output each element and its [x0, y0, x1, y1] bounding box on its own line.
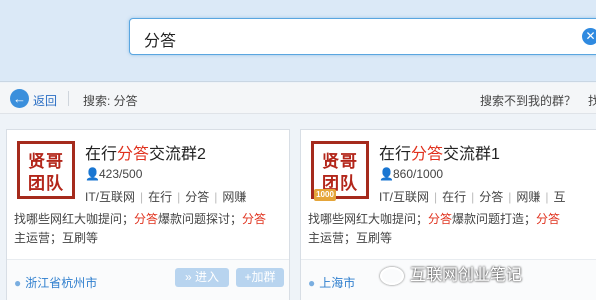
search-header: 分答 ✕ [0, 0, 596, 82]
desc-segment: 主运营；互刷等 [308, 231, 393, 245]
group-name-keyword: 分答 [117, 146, 150, 163]
member-count-value: 423/500 [99, 167, 143, 181]
join-group-button[interactable]: +加群 [236, 268, 284, 287]
tag-separator: | [434, 190, 438, 204]
member-count-value: 860/1000 [393, 167, 444, 181]
person-icon: 👤 [85, 167, 100, 181]
group-name-pre: 在行 [85, 146, 118, 163]
back-label[interactable]: 返回 [33, 92, 57, 109]
group-tag: 分答 [479, 190, 504, 204]
desc-segment: 爆款问题打造； [452, 212, 537, 226]
location-pin-icon: ● [14, 276, 22, 290]
nav-cut-text[interactable]: 找 [588, 92, 596, 109]
group-tag: IT/互联网 [85, 190, 135, 204]
clear-search-icon[interactable]: ✕ [582, 28, 596, 45]
group-avatar[interactable]: 贤哥 团队 1000 [311, 141, 369, 201]
search-input-value[interactable]: 分答 [144, 27, 176, 51]
group-tags: IT/互联网 | 在行 | 分答 | 网赚 [85, 188, 246, 205]
group-tag: 在行 [148, 190, 173, 204]
group-tag: 互 [553, 190, 566, 204]
group-name-pre: 在行 [379, 146, 412, 163]
group-location[interactable]: ● 浙江省杭州市 [14, 274, 97, 291]
group-name[interactable]: 在行分答交流群1 [379, 140, 500, 164]
nav-bar: ← 返回 搜索: 分答 搜索不到我的群？ 找 [0, 83, 596, 114]
watermark: 互联网创业笔记 [380, 261, 522, 285]
desc-segment: 找哪些网红大咖提问； [14, 212, 135, 226]
group-name[interactable]: 在行分答交流群2 [85, 140, 206, 164]
group-tag: 分答 [185, 190, 210, 204]
desc-segment: 主运营；互刷等 [14, 231, 99, 245]
group-name-post: 交流群2 [149, 146, 206, 163]
not-found-link[interactable]: 搜索不到我的群？ [480, 92, 576, 109]
group-tag: 网赚 [516, 190, 541, 204]
group-tag: 网赚 [222, 190, 247, 204]
tag-separator: | [214, 190, 218, 204]
group-location[interactable]: ● 上海市 [308, 274, 355, 291]
desc-segment: 分答 [428, 212, 453, 226]
nav-divider [68, 91, 69, 106]
location-text: 上海市 [319, 276, 356, 290]
tag-separator: | [508, 190, 512, 204]
avatar-inner: 贤哥 团队 [20, 144, 72, 196]
group-tag: IT/互联网 [379, 190, 429, 204]
member-count: 👤860/1000 [379, 167, 443, 181]
group-tags: IT/互联网 | 在行 | 分答 | 网赚 | 互 [379, 188, 566, 205]
avatar-inner: 贤哥 团队 1000 [314, 144, 366, 201]
group-description: 找哪些网红大咖提问；分答爆款问题探讨；分答主运营；互刷等 [14, 210, 278, 248]
desc-segment: 分答 [242, 212, 267, 226]
member-count: 👤423/500 [85, 167, 142, 181]
desc-segment: 找哪些网红大咖提问； [308, 212, 429, 226]
group-name-post: 交流群1 [443, 146, 500, 163]
group-description: 找哪些网红大咖提问；分答爆款问题打造；分答主运营；互刷等 [308, 210, 572, 248]
group-tag: 在行 [442, 190, 467, 204]
card-footer: ● 浙江省杭州市 » 进入 +加群 [7, 259, 289, 300]
wechat-icon [380, 266, 404, 285]
group-name-keyword: 分答 [411, 146, 444, 163]
tag-separator: | [545, 190, 549, 204]
tag-separator: | [140, 190, 144, 204]
search-input[interactable]: 分答 ✕ [129, 18, 596, 55]
tag-separator: | [471, 190, 475, 204]
group-level-badge: 1000 [314, 189, 336, 201]
group-card[interactable]: 贤哥 团队 在行分答交流群2 👤423/500 IT/互联网 | 在行 | 分答 | 网赚 找哪些网红… [6, 129, 290, 300]
desc-segment: 分答 [134, 212, 159, 226]
enter-group-button[interactable]: » 进入 [175, 268, 229, 287]
location-pin-icon: ● [308, 276, 316, 290]
desc-segment: 分答 [536, 212, 561, 226]
watermark-text: 互联网创业笔记 [410, 267, 523, 284]
avatar-text-line2: 团队 [28, 174, 64, 194]
search-breadcrumb: 搜索: 分答 [83, 94, 138, 108]
desc-segment: 爆款问题探讨； [158, 212, 243, 226]
location-text: 浙江省杭州市 [25, 276, 98, 290]
tag-separator: | [177, 190, 181, 204]
person-icon: 👤 [379, 167, 394, 181]
back-arrow-icon[interactable]: ← [10, 89, 29, 108]
group-avatar[interactable]: 贤哥 团队 [17, 141, 75, 199]
